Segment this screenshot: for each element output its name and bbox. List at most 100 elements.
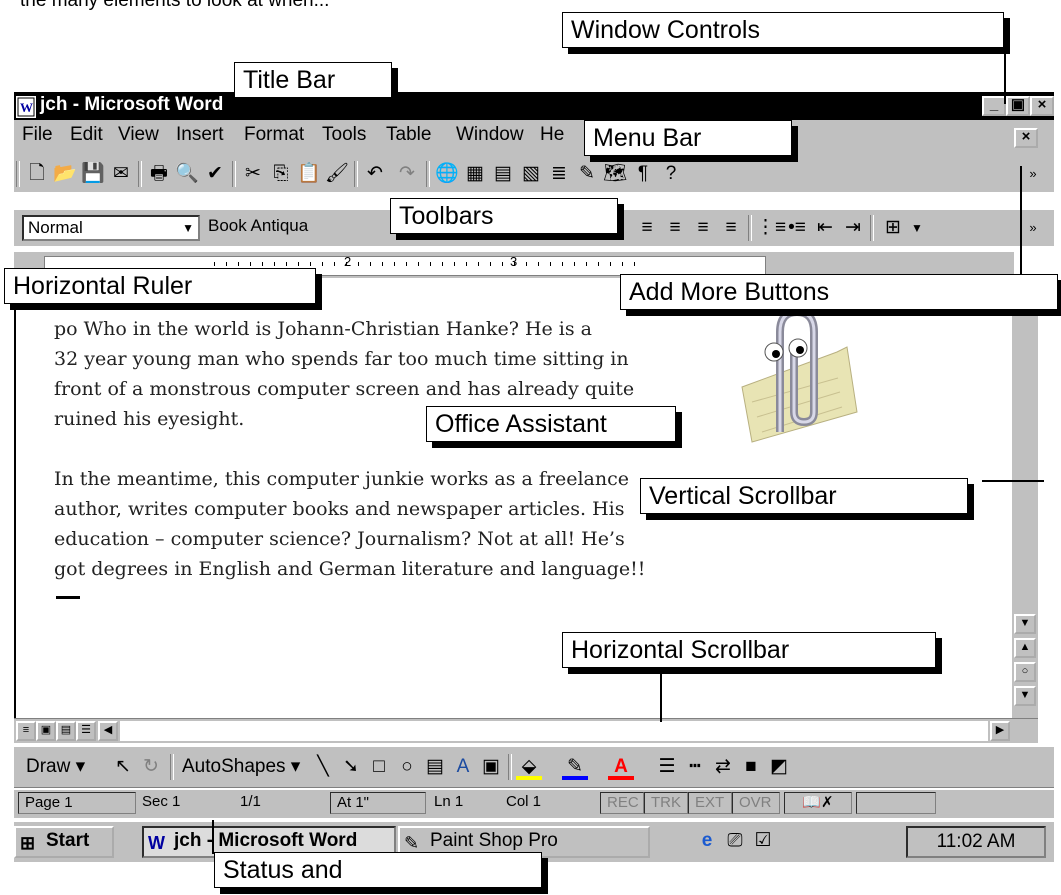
menu-help[interactable]: He	[540, 124, 564, 146]
line-color-icon[interactable]: ✎	[562, 754, 588, 780]
arrow-style-icon[interactable]: ⇄	[710, 754, 736, 780]
text-cursor	[56, 596, 80, 599]
scroll-down-icon[interactable]: ▼	[1014, 614, 1036, 634]
borders-icon[interactable]: ⊞	[880, 215, 906, 241]
font-color-icon[interactable]: A	[608, 754, 634, 780]
tables-borders-icon[interactable]: ▦	[462, 161, 488, 187]
email-icon[interactable]: ✉	[108, 161, 134, 187]
columns-icon[interactable]: ≣	[546, 161, 572, 187]
hyperlink-icon[interactable]: 🌐	[434, 161, 460, 187]
start-button[interactable]: ⊞ Start	[14, 826, 114, 858]
spelling-icon[interactable]: ✔	[202, 161, 228, 187]
oval-icon[interactable]: ○	[394, 754, 420, 780]
cut-icon[interactable]: ✂	[240, 161, 266, 187]
doc-line: 32 year young man who spends far too muc…	[54, 348, 629, 370]
callout-title-bar: Title Bar	[234, 62, 392, 98]
previous-page-icon[interactable]: ▲	[1014, 638, 1036, 658]
status-ext[interactable]: EXT	[688, 792, 732, 814]
horizontal-scrollbar[interactable]: ≡ ▣ ▤ ☰ ◀ ▶	[14, 718, 1038, 743]
restore-button[interactable]: ▣	[1006, 96, 1030, 116]
doc-line: education – computer science? Journalism…	[54, 528, 625, 550]
close-document-button[interactable]: ×	[1014, 128, 1038, 148]
more-buttons-icon[interactable]: »	[1020, 161, 1046, 187]
clip-art-icon[interactable]: ▣	[478, 754, 504, 780]
vertical-scrollbar[interactable]: ▼ ▲ ○ ▼	[1012, 278, 1038, 718]
scroll-left-icon[interactable]: ◀	[98, 721, 118, 741]
align-right-icon[interactable]: ≡	[662, 215, 688, 241]
rectangle-icon[interactable]: □	[366, 754, 392, 780]
standard-toolbar: 🗋 📂 💾 ✉ 🖶 🔍 ✔ ✂ ⎘ 📋 🖌 ↶ ↷ 🌐 ▦ ▤ ▧ ≣ ✎ 🗺 …	[14, 156, 1054, 192]
style-dropdown[interactable]: Normal ▼	[22, 215, 200, 241]
status-rec[interactable]: REC	[600, 792, 644, 814]
dash-style-icon[interactable]: ┅	[682, 754, 708, 780]
menu-view[interactable]: View	[118, 124, 159, 146]
format-painter-icon[interactable]: 🖌	[324, 161, 350, 187]
web-layout-icon[interactable]: ▣	[36, 721, 56, 741]
draw-menu[interactable]: Draw ▾	[26, 755, 85, 778]
help-icon[interactable]: ?	[658, 161, 684, 187]
arrow-icon[interactable]: ➘	[338, 754, 364, 780]
font-dropdown[interactable]: Book Antiqua	[204, 215, 404, 241]
undo-icon[interactable]: ↶	[362, 161, 388, 187]
align-left-icon[interactable]: ≡	[718, 215, 744, 241]
hscroll-track[interactable]	[120, 721, 988, 741]
shadow-icon[interactable]: ■	[738, 754, 764, 780]
document-map-icon[interactable]: 🗺	[602, 161, 628, 187]
line-icon[interactable]: ╲	[310, 754, 336, 780]
doc-line: got degrees in English and German litera…	[54, 558, 646, 580]
print-icon[interactable]: 🖶	[146, 161, 172, 187]
drawing-icon[interactable]: ✎	[574, 161, 600, 187]
redo-icon[interactable]: ↷	[394, 161, 420, 187]
channels-icon[interactable]: ☑	[750, 828, 776, 854]
text-box-icon[interactable]: ▤	[422, 754, 448, 780]
status-column: Col 1	[506, 793, 542, 810]
toolbar-grip[interactable]	[16, 161, 20, 187]
free-rotate-icon[interactable]: ↻	[138, 754, 164, 780]
menu-table[interactable]: Table	[386, 124, 431, 146]
menu-format[interactable]: Format	[244, 124, 304, 146]
outline-view-icon[interactable]: ☰	[76, 721, 96, 741]
desktop-icon[interactable]: ⎚	[722, 828, 748, 854]
menu-edit[interactable]: Edit	[70, 124, 103, 146]
more-buttons-icon[interactable]: »	[1020, 215, 1046, 241]
increase-indent-icon[interactable]: ⇥	[840, 215, 866, 241]
paste-icon[interactable]: 📋	[296, 161, 322, 187]
borders-dropdown-icon[interactable]: ▼	[904, 215, 930, 241]
print-preview-icon[interactable]: 🔍	[174, 161, 200, 187]
status-ovr[interactable]: OVR	[732, 792, 780, 814]
select-browse-object-icon[interactable]: ○	[1014, 662, 1036, 682]
line-style-icon[interactable]: ☰	[654, 754, 680, 780]
insert-excel-icon[interactable]: ▧	[518, 161, 544, 187]
print-layout-icon[interactable]: ▤	[56, 721, 76, 741]
internet-explorer-icon[interactable]: e	[694, 828, 720, 854]
menu-file[interactable]: File	[22, 124, 53, 146]
normal-view-icon[interactable]: ≡	[16, 721, 36, 741]
new-document-icon[interactable]: 🗋	[24, 161, 50, 187]
menu-window[interactable]: Window	[456, 124, 524, 146]
bullets-icon[interactable]: •≡	[784, 215, 810, 241]
copy-icon[interactable]: ⎘	[268, 161, 294, 187]
autoshapes-menu[interactable]: AutoShapes ▾	[182, 755, 300, 778]
insert-table-icon[interactable]: ▤	[490, 161, 516, 187]
justify-icon[interactable]: ≡	[690, 215, 716, 241]
close-button[interactable]: ×	[1030, 96, 1054, 116]
status-trk[interactable]: TRK	[644, 792, 688, 814]
align-center-icon[interactable]: ≡	[634, 215, 660, 241]
minimize-button[interactable]: _	[982, 96, 1006, 116]
spelling-status-icon[interactable]: 📖✗	[784, 792, 852, 814]
menu-tools[interactable]: Tools	[322, 124, 366, 146]
menu-insert[interactable]: Insert	[176, 124, 224, 146]
show-hide-icon[interactable]: ¶	[630, 161, 656, 187]
next-page-icon[interactable]: ▼	[1014, 686, 1036, 706]
decrease-indent-icon[interactable]: ⇤	[812, 215, 838, 241]
wordart-icon[interactable]: A	[450, 754, 476, 780]
save-icon[interactable]: 💾	[80, 161, 106, 187]
open-folder-icon[interactable]: 📂	[52, 161, 78, 187]
numbering-icon[interactable]: ⋮≡	[756, 215, 786, 241]
3d-icon[interactable]: ◩	[766, 754, 792, 780]
title-bar[interactable]: W jch - Microsoft Word _ ▣ ×	[14, 92, 1054, 120]
scroll-right-icon[interactable]: ▶	[990, 721, 1010, 741]
fill-color-icon[interactable]: ⬙	[516, 754, 542, 780]
select-objects-icon[interactable]: ↖	[110, 754, 136, 780]
office-assistant[interactable]	[722, 292, 862, 447]
